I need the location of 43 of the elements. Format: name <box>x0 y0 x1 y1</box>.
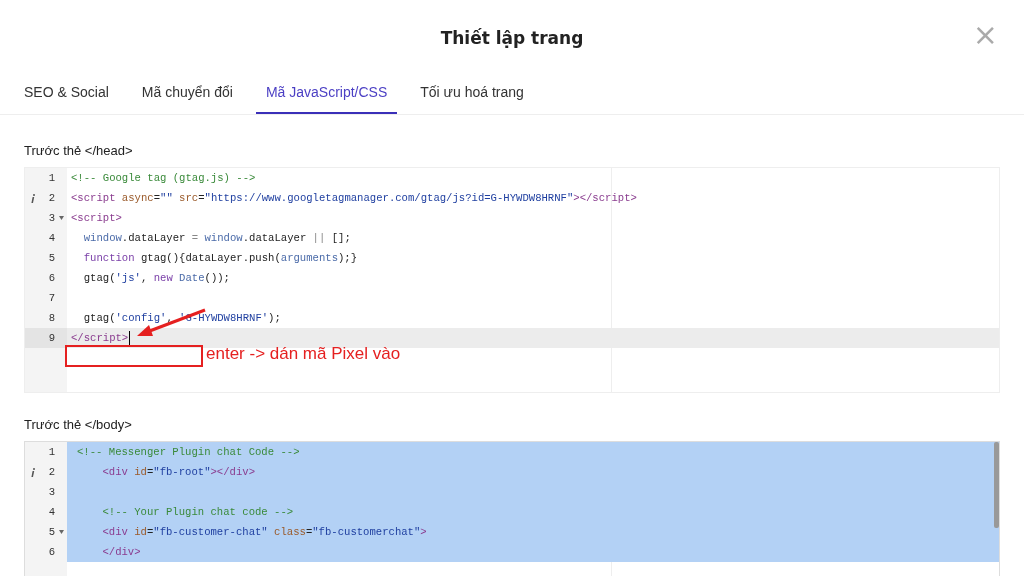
code-line: gtag('js', new Date()); <box>82 272 230 284</box>
code-editor[interactable]: 1 <!-- Messenger Plugin chat Code --> 2 <div id="fb-root"></div> 3 4 <!-- Your Plugin chat code --> 5 <div id="fb-customer-chat" class="fb-customerchat"> 6 </div> <box>24 441 1000 576</box>
tab[interactable]: SEO & Social <box>14 76 119 114</box>
code-editor[interactable] <box>24 167 1000 393</box>
line-number: 6 <box>48 272 55 284</box>
line-number: 1 <box>48 446 55 458</box>
code-line: <!-- Your Plugin chat code --> <box>101 506 294 518</box>
tab[interactable]: Mã chuyển đổi <box>131 76 243 114</box>
line-number: 4 <box>48 232 55 244</box>
line-number: 9 <box>48 332 55 344</box>
line-number: 2 <box>48 466 55 478</box>
info-icon <box>31 194 35 203</box>
code-line: </div> <box>101 546 141 558</box>
line-number: 4 <box>48 506 55 518</box>
code-line: <!-- Google tag (gtag.js) --> <box>70 172 256 184</box>
code-line: <script async="" src="https://www.googletagmanager.com/gtag/js?id=G-HYWDW8HRNF"></script> <box>70 192 637 204</box>
line-number: 3 <box>48 212 55 224</box>
code-line: window.dataLayer = window.dataLayer || []; <box>82 232 351 244</box>
line-number: 6 <box>48 546 55 558</box>
fold-icon[interactable] <box>59 216 64 220</box>
line-number: 3 <box>48 486 55 498</box>
code-line: <script> <box>70 212 122 224</box>
section-label: Trước thẻ </head> <box>24 143 134 158</box>
scrollbar[interactable] <box>994 442 999 528</box>
info-icon <box>31 468 35 477</box>
section-label: Trước thẻ </body> <box>24 417 133 432</box>
tab[interactable]: Mã JavaScript/CSS <box>255 76 398 114</box>
line-number: 1 <box>48 172 55 184</box>
tab[interactable]: Tối ưu hoá trang <box>410 76 534 114</box>
line-number: 7 <box>48 292 55 304</box>
line-number: 5 <box>48 526 55 538</box>
code-line: </script> <box>70 332 129 344</box>
fold-icon[interactable] <box>59 530 64 534</box>
line-number: 2 <box>48 192 55 204</box>
dialog-title: Thiết lập trang <box>440 28 584 48</box>
code-line: <div id="fb-root"></div> <box>101 466 256 478</box>
line-number: 8 <box>48 312 55 324</box>
line-number: 5 <box>48 252 55 264</box>
code-line: <div id="fb-customer-chat" class="fb-customerchat"> <box>101 526 427 538</box>
annotation-text: enter -> dán mã Pixel vào <box>206 344 401 364</box>
text-cursor <box>129 330 131 346</box>
code-line: function gtag(){dataLayer.push(arguments);} <box>82 252 358 264</box>
code-line: <!-- Messenger Plugin chat Code --> <box>76 446 300 458</box>
